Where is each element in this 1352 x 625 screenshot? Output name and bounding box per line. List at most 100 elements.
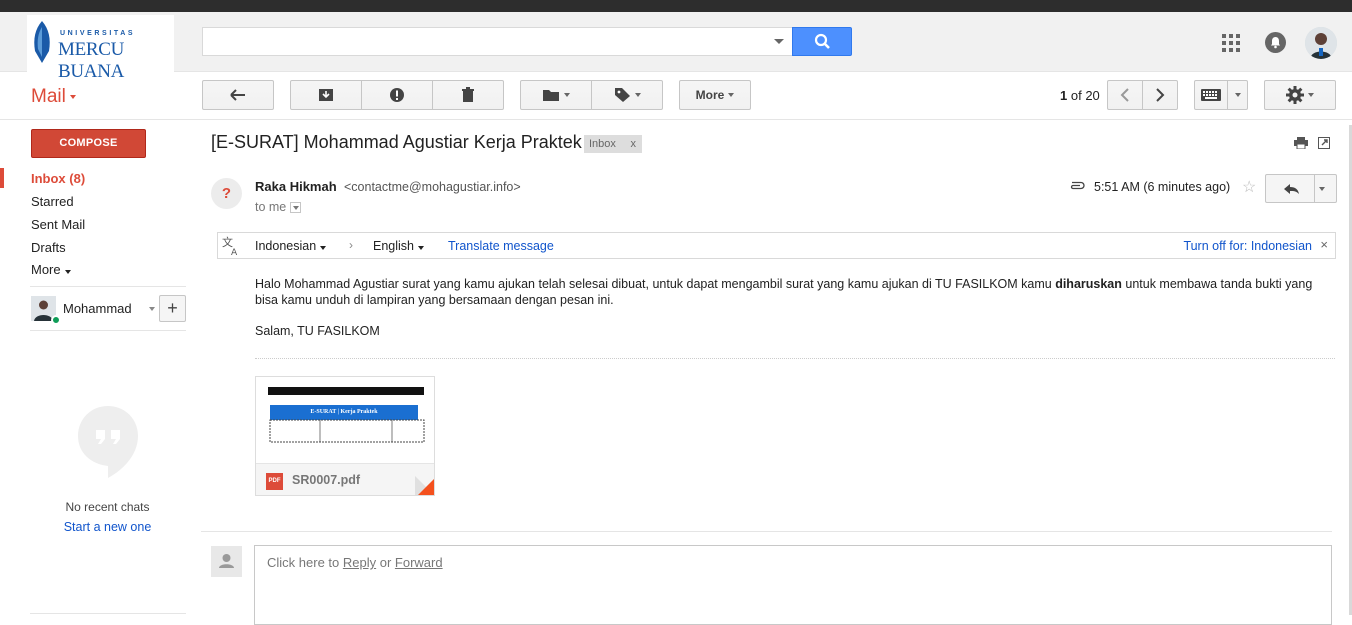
search-options-icon[interactable]	[774, 39, 784, 44]
new-chat-button[interactable]: +	[159, 295, 186, 322]
message-time: 5:51 AM (6 minutes ago)	[1094, 180, 1231, 194]
nav-item-more[interactable]: More	[31, 262, 71, 277]
header: UNIVERSITAS MERCU BUANA	[0, 12, 1352, 82]
settings-button[interactable]	[1264, 80, 1336, 110]
inbox-label-text: Inbox	[589, 138, 616, 150]
university-logo[interactable]: UNIVERSITAS MERCU BUANA	[27, 15, 174, 82]
chevron-down-icon[interactable]	[149, 307, 155, 311]
chevron-down-icon	[1308, 93, 1314, 97]
more-actions-label: More	[695, 88, 725, 102]
logo-shield-icon	[34, 21, 50, 63]
attachment-preview: E-SURAT | Kerja Praktek	[256, 377, 434, 463]
input-tools-button[interactable]	[1194, 80, 1228, 110]
attachments-divider	[255, 358, 1335, 359]
preview-header-text: E-SURAT | Kerja Praktek	[310, 409, 378, 415]
search-icon	[814, 33, 830, 49]
reply-hint-middle: or	[376, 555, 395, 570]
mail-switcher[interactable]: Mail	[31, 86, 76, 108]
source-language-label: Indonesian	[255, 239, 317, 253]
translate-message-link[interactable]: Translate message	[448, 239, 554, 253]
folder-icon	[543, 90, 559, 101]
attachment-file-name[interactable]: SR0007.pdf	[292, 473, 360, 487]
search-button[interactable]	[792, 27, 852, 56]
source-language-dropdown[interactable]: Indonesian	[255, 239, 327, 253]
input-tools-dropdown[interactable]	[1227, 80, 1248, 110]
chevron-down-icon	[1319, 187, 1325, 191]
show-details-icon[interactable]	[290, 202, 302, 214]
back-arrow-icon	[230, 89, 245, 101]
more-actions-button[interactable]: More	[679, 80, 751, 110]
chevron-down-icon	[64, 270, 71, 274]
attachment-icon	[1070, 181, 1085, 190]
sender-name[interactable]: Raka Hikmah	[255, 179, 337, 194]
nav-item-inbox[interactable]: Inbox (8)	[31, 171, 85, 186]
sender-email: <contactme@mohagustiar.info>	[344, 180, 521, 194]
forward-link[interactable]: Forward	[395, 555, 443, 570]
mail-label: Mail	[31, 86, 66, 107]
inbox-label-badge[interactable]: Inbox x	[584, 135, 642, 153]
nav-active-indicator	[0, 168, 4, 188]
start-new-chat-link[interactable]: Start a new one	[30, 520, 185, 534]
reply-hint-prefix: Click here to	[267, 555, 343, 570]
pdf-file-icon: PDF	[266, 473, 283, 490]
chevron-down-icon	[320, 246, 327, 250]
sender-avatar: ?	[211, 178, 242, 209]
notifications-icon[interactable]	[1265, 32, 1286, 53]
person-placeholder-icon	[219, 554, 234, 568]
archive-button[interactable]	[290, 80, 362, 110]
print-icon[interactable]	[1294, 137, 1308, 149]
no-recent-chats-text: No recent chats	[65, 500, 150, 514]
star-icon[interactable]: ☆	[1242, 177, 1256, 197]
pdf-preview-thumbnail	[268, 387, 425, 443]
top-black-bar	[0, 0, 1352, 12]
archive-icon	[319, 89, 333, 101]
message-subject: [E-SURAT] Mohammad Agustiar Kerja Prakte…	[211, 132, 582, 152]
nav-item-sent-mail[interactable]: Sent Mail	[31, 217, 85, 232]
back-button[interactable]	[202, 80, 274, 110]
pager-count: 1 of 20	[1060, 88, 1100, 103]
spam-icon	[390, 88, 404, 102]
translate-bar: 文A Indonesian › English Translate messag…	[217, 232, 1336, 259]
online-status-dot	[51, 315, 61, 325]
reply-button[interactable]	[1265, 174, 1315, 203]
chat-self[interactable]: Mohammad +	[31, 295, 186, 325]
message-signature: Salam, TU FASILKOM	[255, 324, 380, 338]
report-spam-button[interactable]	[361, 80, 433, 110]
chevron-down-icon	[1234, 93, 1241, 97]
labels-button[interactable]	[591, 80, 663, 110]
target-language-dropdown[interactable]: English	[373, 239, 424, 253]
newer-button[interactable]	[1107, 80, 1143, 110]
bell-icon	[1271, 37, 1280, 49]
close-translate-bar-button[interactable]: ×	[1320, 237, 1328, 252]
nav-item-drafts[interactable]: Drafts	[31, 240, 66, 255]
reply-more-options[interactable]	[1314, 174, 1337, 203]
search-input[interactable]	[202, 27, 792, 56]
remove-label-button[interactable]: x	[631, 135, 637, 153]
nav-item-starred[interactable]: Starred	[31, 194, 74, 209]
compose-button[interactable]: COMPOSE	[31, 129, 146, 158]
message-body: Halo Mohammad Agustiar surat yang kamu a…	[255, 276, 1325, 308]
nav-divider	[30, 286, 186, 287]
reply-box[interactable]: Click here to Reply or Forward	[254, 545, 1332, 625]
chat-divider	[30, 330, 186, 331]
reply-link[interactable]: Reply	[343, 555, 376, 570]
chevron-right-icon	[1156, 88, 1165, 102]
attachment-card[interactable]: E-SURAT | Kerja Praktek PDF SR0007.pdf	[255, 376, 435, 496]
toolbar-divider	[0, 119, 1352, 120]
new-window-icon[interactable]	[1318, 137, 1330, 149]
pager-current: 1	[1060, 88, 1068, 103]
pager-total: 20	[1085, 88, 1100, 103]
account-avatar[interactable]	[1305, 27, 1337, 59]
chevron-down-icon	[634, 93, 641, 97]
older-button[interactable]	[1142, 80, 1178, 110]
svg-text:A: A	[231, 248, 238, 256]
turn-off-translation-link[interactable]: Turn off for: Indonesian	[1183, 239, 1312, 253]
target-language-label: English	[373, 239, 414, 253]
gear-icon	[1286, 86, 1304, 104]
translate-icon: 文A	[222, 236, 238, 256]
user-photo-icon	[1305, 27, 1337, 59]
delete-button[interactable]	[432, 80, 504, 110]
label-tag-icon	[614, 88, 630, 102]
move-to-button[interactable]	[520, 80, 592, 110]
apps-grid-icon[interactable]	[1222, 34, 1240, 52]
